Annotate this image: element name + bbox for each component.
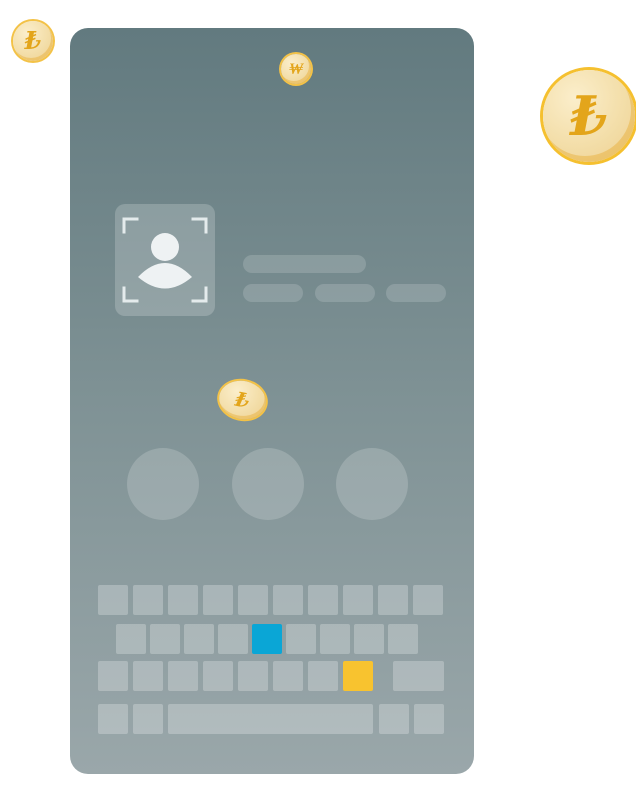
illustration-canvas: ₺ ₺ ₩ ₺ [0, 0, 636, 800]
keyboard-key[interactable] [116, 624, 146, 654]
circle-button[interactable] [127, 448, 199, 520]
keyboard-key[interactable] [98, 704, 128, 734]
coin-top: ₩ [281, 54, 311, 84]
keyboard-key[interactable] [273, 585, 303, 615]
lira-symbol: ₺ [233, 386, 252, 414]
keyboard-key[interactable] [133, 661, 163, 691]
keyboard-key[interactable] [168, 661, 198, 691]
keyboard-key[interactable] [150, 624, 180, 654]
coin-right: ₺ [543, 70, 635, 162]
keyboard-key[interactable] [308, 585, 338, 615]
detail-placeholder-bar [386, 284, 446, 302]
keyboard-key[interactable] [308, 661, 338, 691]
detail-placeholder-bar [243, 284, 303, 302]
keyboard-key[interactable] [273, 661, 303, 691]
keyboard-key[interactable] [168, 585, 198, 615]
keyboard-key[interactable] [238, 585, 268, 615]
keyboard-key[interactable] [379, 704, 409, 734]
avatar-card [115, 204, 215, 316]
circle-button[interactable] [232, 448, 304, 520]
keyboard-key[interactable] [98, 585, 128, 615]
phone-mockup [70, 28, 474, 774]
keyboard-key[interactable] [203, 661, 233, 691]
keyboard-key-enter[interactable] [393, 661, 444, 691]
won-symbol: ₩ [288, 59, 304, 78]
keyboard-key-highlighted[interactable] [252, 624, 282, 654]
keyboard-key[interactable] [413, 585, 443, 615]
keyboard-key[interactable] [354, 624, 384, 654]
keyboard-key[interactable] [133, 585, 163, 615]
name-placeholder-bar [243, 255, 366, 273]
user-silhouette-icon [138, 233, 192, 289]
keyboard-key[interactable] [388, 624, 418, 654]
keyboard-key[interactable] [343, 585, 373, 615]
keyboard-key[interactable] [320, 624, 350, 654]
lira-symbol: ₺ [24, 26, 42, 55]
keyboard-key[interactable] [378, 585, 408, 615]
detail-placeholder-bar [315, 284, 375, 302]
keyboard-key[interactable] [184, 624, 214, 654]
scan-frame-icon [122, 217, 208, 303]
keyboard-key[interactable] [286, 624, 316, 654]
lira-symbol: ₺ [570, 84, 608, 148]
keyboard-key[interactable] [414, 704, 444, 734]
keyboard-key[interactable] [133, 704, 163, 734]
circle-button[interactable] [336, 448, 408, 520]
keyboard-key[interactable] [203, 585, 233, 615]
keyboard-key-space[interactable] [168, 704, 373, 734]
keyboard-key-highlighted[interactable] [343, 661, 373, 691]
keyboard-key[interactable] [98, 661, 128, 691]
keyboard-key[interactable] [218, 624, 248, 654]
keyboard-key[interactable] [238, 661, 268, 691]
coin-top-left: ₺ [13, 21, 53, 61]
